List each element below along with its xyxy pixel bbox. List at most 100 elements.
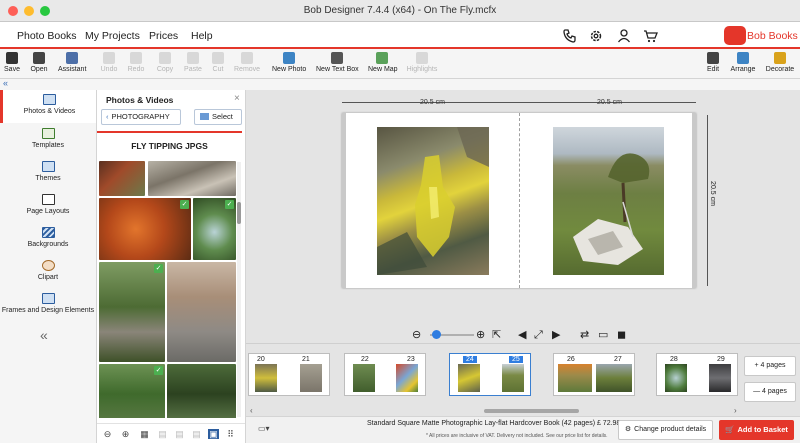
assistant-button[interactable]: Assistant xyxy=(58,52,86,78)
decorate-label: Decorate xyxy=(765,66,795,73)
add-to-basket-button[interactable]: 🛒 Add to Basket xyxy=(719,420,794,440)
new-text-box-button[interactable]: New Text Box xyxy=(316,52,359,78)
arrange-button[interactable]: Arrange xyxy=(730,52,756,78)
book-spread[interactable] xyxy=(342,113,696,288)
add-4-pages-button[interactable]: + 4 pages xyxy=(744,356,796,376)
layout-options-icon[interactable]: ▭▾ xyxy=(258,424,270,433)
next-page-icon[interactable]: ▶ xyxy=(552,328,560,342)
open-button[interactable]: Open xyxy=(30,52,48,78)
photo-thumbnail[interactable] xyxy=(148,161,236,196)
bob-books-logo-mark xyxy=(724,26,746,45)
photo-thumbnail[interactable]: ✓ xyxy=(99,198,191,260)
new-map-button[interactable]: New Map xyxy=(368,52,398,78)
nav-photos-videos[interactable]: Photos & Videos xyxy=(0,90,96,123)
filter-icon[interactable]: ▤ xyxy=(174,429,185,439)
height-dimension-line xyxy=(707,115,708,286)
right-page-photo[interactable] xyxy=(553,127,664,275)
edit-label: Edit xyxy=(706,66,720,73)
themes-icon xyxy=(41,161,55,172)
left-page-photo[interactable] xyxy=(377,127,489,275)
collapse-sidebar-icon[interactable]: « xyxy=(40,327,48,343)
price-note: * All prices are inclusive of VAT. Deliv… xyxy=(426,433,608,439)
menu-my-projects[interactable]: My Projects xyxy=(85,30,140,42)
page-thumb-photo xyxy=(353,364,375,392)
nav-themes-label: Themes xyxy=(35,175,61,182)
nav-clipart[interactable]: Clipart xyxy=(0,256,96,289)
photo-thumbnail[interactable]: ✓ xyxy=(193,198,236,260)
collapse-toolbar-icon[interactable]: « xyxy=(3,78,8,88)
ruler-icon[interactable]: ▭ xyxy=(598,328,608,342)
new-photo-label: New Photo xyxy=(272,66,307,73)
new-photo-button[interactable]: New Photo xyxy=(272,52,306,78)
menu-help[interactable]: Help xyxy=(191,30,213,42)
nav-backgrounds[interactable]: Backgrounds xyxy=(0,223,96,256)
spread-thumbnail[interactable]: 20 21 xyxy=(248,353,330,396)
fit-page-icon[interactable]: ⇱ xyxy=(492,328,501,342)
thumbnail-scrollbar[interactable] xyxy=(237,162,241,417)
photo-thumbnail[interactable]: ✓ xyxy=(99,262,165,362)
nav-frames-design-elements[interactable]: Frames and Design Elements xyxy=(0,289,96,322)
highlights-button[interactable]: Highlights xyxy=(406,52,438,78)
zoom-in-icon[interactable]: ⊕ xyxy=(476,328,485,342)
main-toolbar: Save Open Assistant Undo Redo Copy Paste… xyxy=(0,49,800,79)
info-icon[interactable]: ▣ xyxy=(208,429,219,439)
photo-thumbnail[interactable] xyxy=(99,161,145,196)
settings-icon[interactable] xyxy=(588,28,604,44)
thumbnail-scroll-thumb[interactable] xyxy=(237,202,241,224)
phone-icon[interactable] xyxy=(562,28,578,44)
undo-icon xyxy=(103,52,115,64)
zoom-slider-knob[interactable] xyxy=(432,330,441,339)
fullscreen-icon[interactable]: ⤢ xyxy=(534,328,543,342)
menu-photo-books[interactable]: Photo Books xyxy=(17,30,77,42)
zoom-out-icon[interactable]: ⊖ xyxy=(412,328,421,342)
change-product-details-button[interactable]: ⚙ Change product details xyxy=(618,420,713,440)
view-icon[interactable]: ▤ xyxy=(191,429,202,439)
scroll-left-icon[interactable]: ‹ xyxy=(250,406,253,415)
grid-view-icon[interactable]: ▦ xyxy=(139,429,150,439)
swap-pages-icon[interactable]: ⇄ xyxy=(580,328,589,342)
paste-button[interactable]: Paste xyxy=(184,52,202,78)
sort-icon[interactable]: ▤ xyxy=(157,429,168,439)
save-button[interactable]: Save xyxy=(4,52,20,78)
chevron-left-icon: ‹ xyxy=(106,112,109,121)
bob-books-logo[interactable]: Bob Books xyxy=(724,26,798,45)
decorate-button[interactable]: Decorate xyxy=(765,52,795,78)
photo-thumbnail[interactable] xyxy=(167,364,236,418)
more-options-icon[interactable]: ⠿ xyxy=(225,429,236,439)
page-height: 20.5 cm xyxy=(708,181,716,206)
highlights-icon xyxy=(416,52,428,64)
menu-prices[interactable]: Prices xyxy=(149,30,178,42)
photo-thumbnail-grid: ✓ ✓ ✓ ✓ xyxy=(99,161,236,418)
nav-page-layouts[interactable]: Page Layouts xyxy=(0,190,96,223)
select-button[interactable]: Select xyxy=(194,109,242,125)
spread-thumbnail[interactable]: 22 23 xyxy=(344,353,426,396)
cut-button[interactable]: Cut xyxy=(211,52,225,78)
zoom-in-icon[interactable]: ⊕ xyxy=(120,429,131,439)
clipart-icon xyxy=(41,260,55,271)
back-to-photography-button[interactable]: ‹ PHOTOGRAPHY xyxy=(101,109,181,125)
nav-templates[interactable]: Templates xyxy=(0,124,96,157)
spread-thumbnail[interactable]: 26 27 xyxy=(553,353,635,396)
redo-button[interactable]: Redo xyxy=(127,52,145,78)
copy-label: Copy xyxy=(156,66,174,73)
undo-button[interactable]: Undo xyxy=(100,52,118,78)
preview-icon[interactable]: ◼ xyxy=(617,328,626,342)
scroll-right-icon[interactable]: › xyxy=(734,406,737,415)
copy-button[interactable]: Copy xyxy=(156,52,174,78)
edit-button[interactable]: Edit xyxy=(706,52,720,78)
previous-page-icon[interactable]: ◀ xyxy=(518,328,526,342)
cart-icon[interactable] xyxy=(643,28,659,44)
photo-thumbnail[interactable] xyxy=(167,262,236,362)
page-strip-scroll-thumb[interactable] xyxy=(484,409,579,413)
gear-icon: ⚙ xyxy=(624,426,632,433)
spread-thumbnail-selected[interactable]: 24 25 xyxy=(449,353,531,396)
zoom-out-icon[interactable]: ⊖ xyxy=(102,429,113,439)
spread-thumbnail[interactable]: 28 29 xyxy=(656,353,738,396)
remove-4-pages-button[interactable]: — 4 pages xyxy=(744,382,796,402)
close-panel-icon[interactable]: × xyxy=(234,93,240,104)
remove-button[interactable]: Remove xyxy=(234,52,260,78)
album-title: FLY TIPPING JPGS xyxy=(97,131,242,158)
photo-thumbnail[interactable]: ✓ xyxy=(99,364,165,418)
nav-themes[interactable]: Themes xyxy=(0,157,96,190)
account-icon[interactable] xyxy=(616,28,632,44)
